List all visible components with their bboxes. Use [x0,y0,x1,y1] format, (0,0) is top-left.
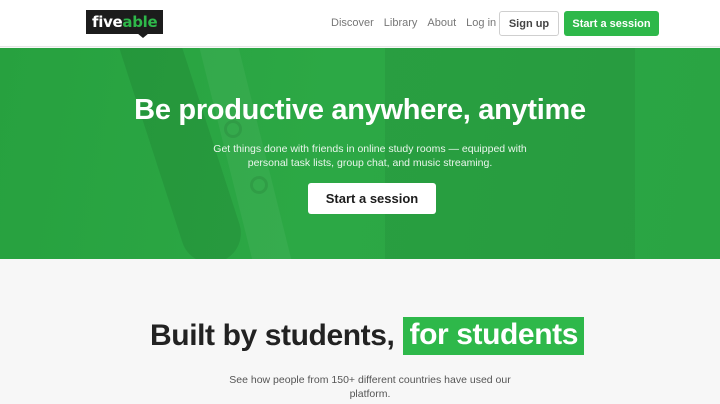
logo-text-able: able [122,12,158,31]
hero-title: Be productive anywhere, anytime [134,94,586,126]
built-by-students-section: Built by students, for students See how … [0,259,720,404]
top-navigation-bar: five able Discover Library About Log in S… [0,0,720,47]
signup-button[interactable]: Sign up [499,11,559,36]
nav-link-library[interactable]: Library [384,16,418,30]
fiveable-logo[interactable]: five able [86,10,164,34]
background-ring-decoration [250,176,268,194]
section-title-highlight: for students [403,317,585,355]
logo-speech-tail [137,33,149,38]
nav-link-login[interactable]: Log in [466,16,496,30]
start-session-hero-button[interactable]: Start a session [308,183,436,214]
nav-link-about[interactable]: About [427,16,456,30]
section-title-text: Built by students, [150,319,395,352]
section-title: Built by students, for students [150,317,585,355]
hero-banner: Be productive anywhere, anytime Get thin… [0,48,720,259]
nav-link-discover[interactable]: Discover [331,16,374,30]
start-session-header-button[interactable]: Start a session [564,11,659,36]
logo-text-five: five [92,12,123,31]
main-nav: Discover Library About Log in [331,16,506,30]
section-subtitle: See how people from 150+ different count… [229,374,511,400]
hero-subtitle: Get things done with friends in online s… [213,143,527,169]
